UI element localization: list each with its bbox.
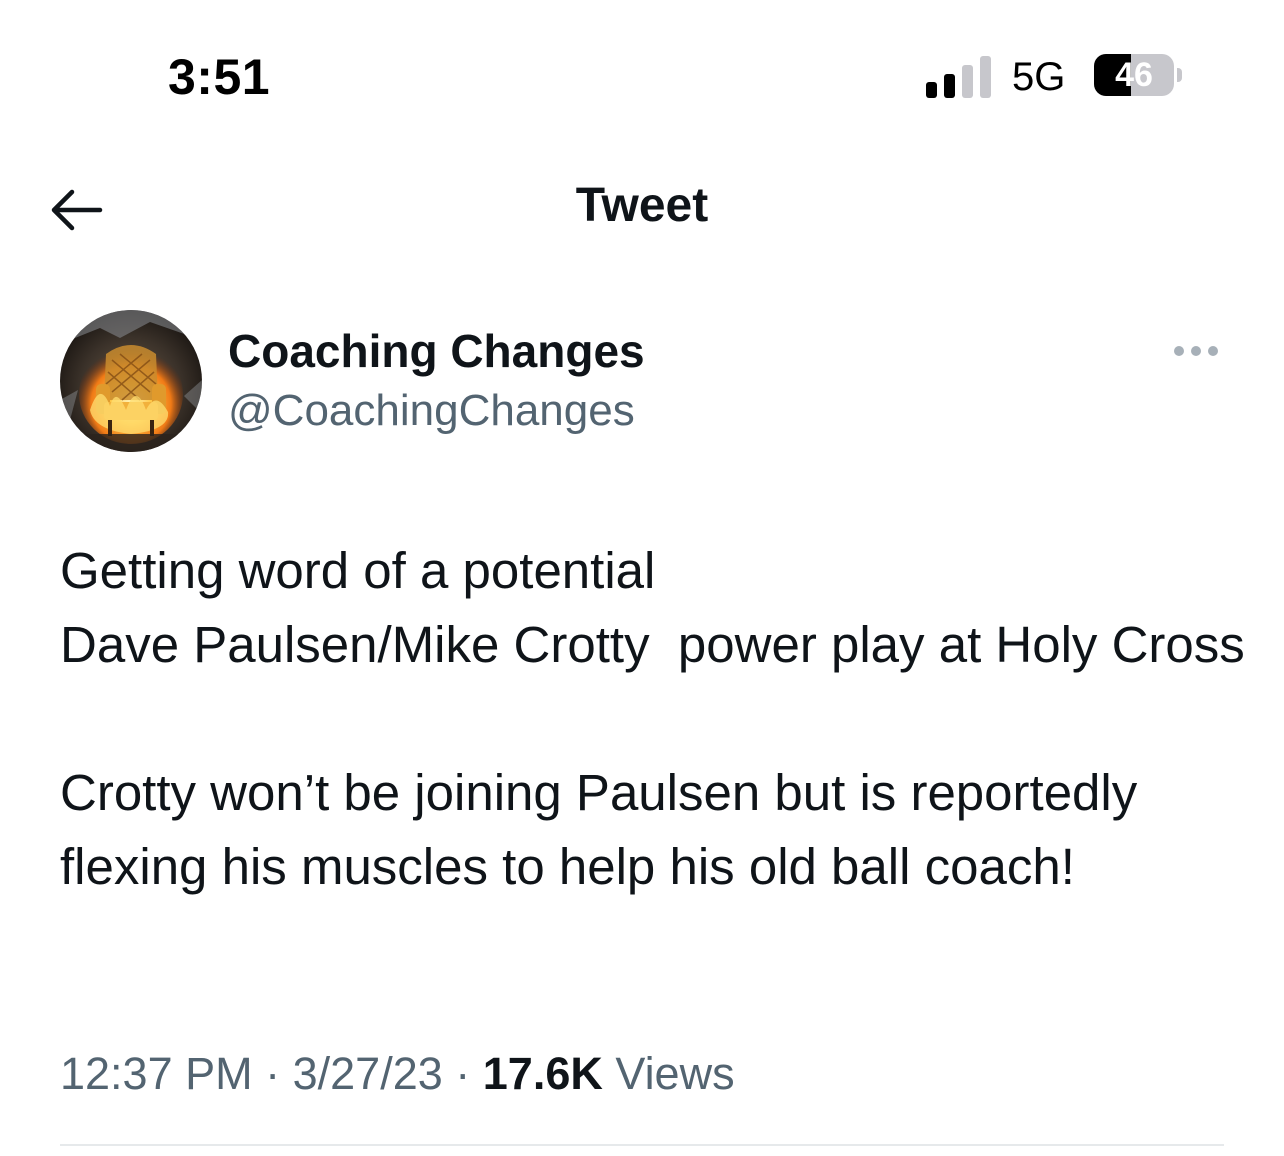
meta-separator: · <box>442 1048 483 1099</box>
battery-icon: 46 <box>1094 54 1188 98</box>
battery-tip <box>1177 68 1182 82</box>
author-handle[interactable]: @CoachingChanges <box>228 386 635 436</box>
divider <box>60 1144 1224 1146</box>
author-name[interactable]: Coaching Changes <box>228 324 645 378</box>
status-time: 3:51 <box>168 49 271 105</box>
tweet-text: Getting word of a potential Dave Paulsen… <box>60 542 1245 895</box>
more-options-button[interactable] <box>1166 334 1226 368</box>
more-options-icon <box>1174 346 1218 356</box>
avatar[interactable] <box>60 310 202 452</box>
tweet-meta: 12:37 PM · 3/27/23 · 17.6K Views <box>60 1048 735 1100</box>
page-title: Tweet <box>575 179 709 232</box>
views-label[interactable]: Views <box>603 1048 734 1099</box>
tweet-date[interactable]: 3/27/23 <box>293 1048 443 1099</box>
burning-chair-avatar-image <box>60 310 202 452</box>
meta-separator: · <box>252 1048 293 1099</box>
network-type-label: 5G <box>1012 55 1066 99</box>
views-count[interactable]: 17.6K <box>483 1048 603 1099</box>
battery-level-text: 46 <box>1115 56 1153 94</box>
tweet-time[interactable]: 12:37 PM <box>60 1048 253 1099</box>
cellular-signal-icon <box>924 56 994 98</box>
battery-body: 46 <box>1094 54 1174 96</box>
status-bar: 3:51 5G 46 <box>0 0 1284 150</box>
